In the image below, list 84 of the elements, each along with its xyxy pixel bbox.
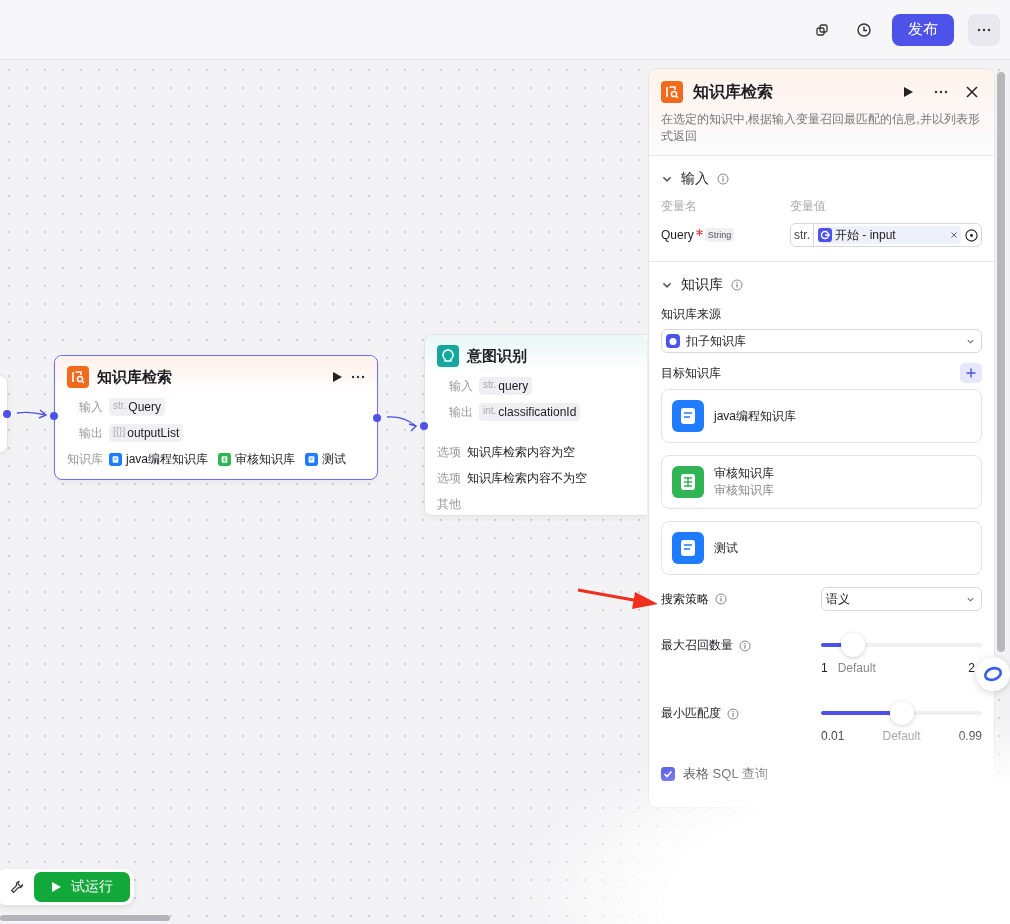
knowledge-base-card[interactable]: 审核知识库 审核知识库 <box>661 455 982 509</box>
start-node-icon <box>818 228 832 242</box>
scrollbar[interactable] <box>997 72 1005 652</box>
knowledge-base-subtitle: 审核知识库 <box>714 482 774 499</box>
section-title: 知识库 <box>681 276 723 294</box>
info-icon <box>731 279 743 291</box>
search-document-icon <box>67 366 89 388</box>
target-icon[interactable] <box>965 228 978 242</box>
strategy-select[interactable]: 语义 <box>821 587 982 611</box>
field-label: 最大召回数量 <box>661 637 733 654</box>
play-icon[interactable] <box>902 86 914 98</box>
panel-title: 知识库检索 <box>693 81 774 102</box>
ring-icon <box>982 665 1004 683</box>
more-icon[interactable] <box>351 375 365 379</box>
field-label: 知识库来源 <box>661 306 721 323</box>
knowledge-base-name: 审核知识库 <box>714 465 774 482</box>
slider-thumb[interactable] <box>841 633 866 657</box>
row-label: 输出 <box>448 403 473 421</box>
checkbox-label: 表格 SQL 查询 <box>683 765 768 783</box>
more-icon[interactable] <box>977 27 991 32</box>
variable-value-field[interactable]: str. 开始 - input <box>790 223 982 247</box>
port-dot[interactable] <box>3 410 11 418</box>
knowledge-base-name: 测试 <box>322 450 346 468</box>
panel-description: 在选定的知识中,根据输入变量召回最匹配的信息,并以列表形式返回 <box>661 111 981 145</box>
info-icon <box>727 707 739 720</box>
more-icon[interactable] <box>934 90 948 94</box>
variable-tag: [{}] outputList <box>109 424 184 442</box>
info-icon <box>739 639 751 652</box>
lightbulb-icon <box>437 345 459 367</box>
row-label: 知识库 <box>67 450 103 468</box>
port-dot[interactable] <box>420 422 428 430</box>
row-label: 输出 <box>78 424 103 442</box>
row-label: 选项 <box>437 469 461 487</box>
port-dot[interactable] <box>373 414 381 422</box>
add-button[interactable] <box>960 363 982 383</box>
column-header: 变量名 <box>661 198 698 215</box>
connector-arrow <box>386 414 418 432</box>
port-dot[interactable] <box>50 412 58 420</box>
default-label: Default <box>837 661 876 675</box>
close-icon[interactable] <box>966 86 978 98</box>
knowledge-base-name: java编程知识库 <box>714 407 796 425</box>
field-label: 最小匹配度 <box>661 705 721 722</box>
option-text: 知识库检索内容不为空 <box>467 469 587 487</box>
field-label: 搜索策略 <box>661 590 709 608</box>
max-value: 0.99 <box>958 729 982 743</box>
play-icon[interactable] <box>331 371 343 383</box>
bot-icon <box>666 334 680 348</box>
connector-arrow <box>16 407 48 421</box>
checkbox[interactable] <box>661 767 675 781</box>
publish-button[interactable]: 发布 <box>892 13 954 46</box>
check-icon <box>663 769 673 779</box>
variable-name: Query <box>661 228 694 242</box>
scrollbar[interactable] <box>0 915 170 921</box>
knowledge-base-card[interactable]: java编程知识库 <box>661 389 982 443</box>
option-text: 知识库检索内容为空 <box>467 443 575 461</box>
source-select[interactable]: 扣子知识库 <box>661 329 982 353</box>
info-icon <box>717 173 729 185</box>
slider[interactable] <box>821 701 982 725</box>
field-label: 目标知识库 <box>661 364 721 382</box>
column-header: 变量值 <box>790 198 826 215</box>
knowledge-base-card[interactable]: 测试 <box>661 521 982 575</box>
row-label: 选项 <box>437 443 461 461</box>
knowledge-base-name: 测试 <box>714 539 738 557</box>
max-value: 2 <box>968 661 975 675</box>
min-value: 0.01 <box>821 729 845 743</box>
info-icon <box>715 593 727 605</box>
slider-thumb[interactable] <box>889 701 914 725</box>
knowledge-base-name: java编程知识库 <box>126 450 208 468</box>
row-label: 输入 <box>448 377 473 395</box>
type-tag: String <box>704 228 735 242</box>
min-value: 1 <box>821 661 828 675</box>
default-label: Default <box>882 729 921 743</box>
node-title: 意图识别 <box>467 346 528 366</box>
search-document-icon <box>661 81 683 103</box>
wrench-icon[interactable] <box>10 880 24 894</box>
row-label: 其他 <box>437 495 461 513</box>
play-icon <box>51 882 61 892</box>
row-label: 输入 <box>78 398 103 416</box>
node-title: 知识库检索 <box>97 367 173 387</box>
plus-icon <box>966 368 976 378</box>
slider[interactable] <box>821 633 982 657</box>
knowledge-base-name: 审核知识库 <box>235 450 295 468</box>
clear-icon[interactable] <box>951 232 957 238</box>
section-title: 输入 <box>681 170 709 188</box>
